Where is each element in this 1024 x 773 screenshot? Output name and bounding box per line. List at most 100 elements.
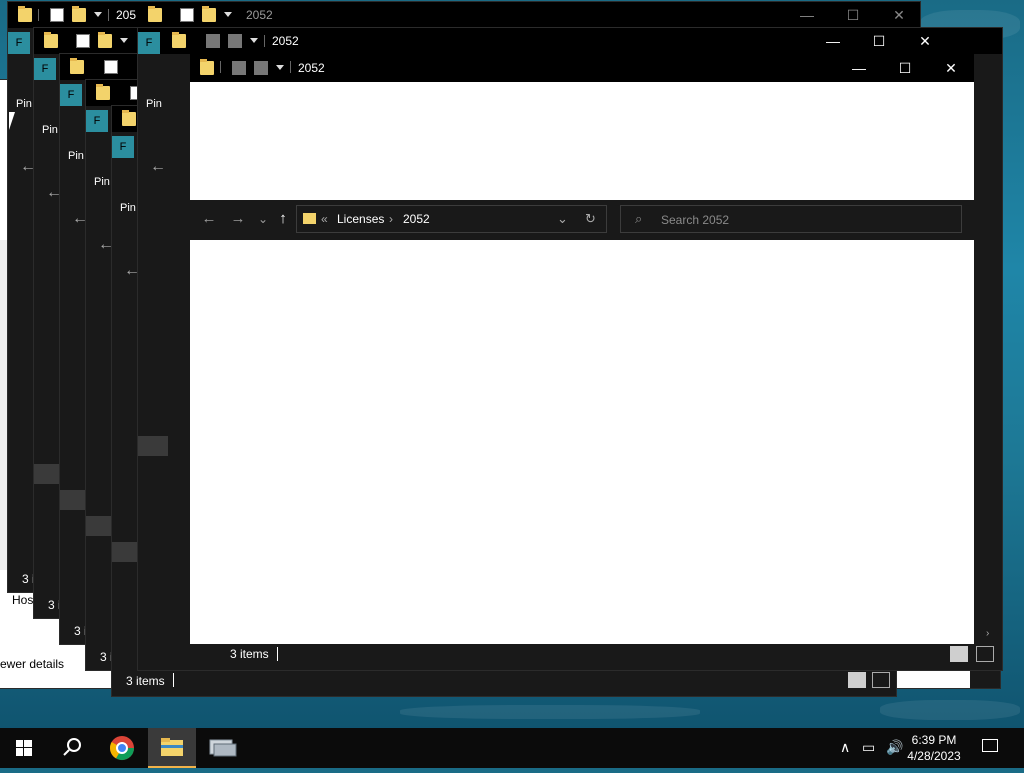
new-folder-icon[interactable] <box>254 61 268 75</box>
status-text: 3 i <box>74 624 87 638</box>
recent-locations-button[interactable]: ⌄ <box>252 212 274 226</box>
breadcrumb-overflow[interactable]: « <box>321 212 328 226</box>
clock[interactable]: 6:39 PM 4/28/2023 <box>902 732 966 764</box>
pin-label[interactable]: Pin <box>120 202 136 214</box>
start-button[interactable] <box>0 728 48 768</box>
status-text: 3 items <box>230 647 269 661</box>
status-text: 3 items <box>126 674 165 688</box>
minimize-button[interactable]: — <box>810 28 856 54</box>
maximize-button[interactable]: ☐ <box>830 2 876 28</box>
large-icons-view-icon[interactable] <box>976 646 994 662</box>
customize-quick-access-icon[interactable] <box>224 12 232 17</box>
new-folder-icon[interactable] <box>202 6 216 22</box>
folder-icon <box>172 32 186 48</box>
up-button[interactable]: ↑ <box>272 210 294 227</box>
wallpaper-streak <box>400 705 700 719</box>
close-button[interactable]: ✕ <box>876 2 920 28</box>
mouse-cursor <box>9 112 15 130</box>
folder-icon <box>18 6 32 22</box>
chrome-icon <box>109 736 134 761</box>
breadcrumb-2052[interactable]: 2052 <box>403 212 430 226</box>
chrome-button[interactable] <box>98 728 146 768</box>
network-utility-icon <box>209 739 237 757</box>
notifications-icon[interactable] <box>982 739 998 752</box>
show-hidden-icons-icon[interactable]: ∧ <box>840 739 850 756</box>
explorer-window-front: 2052 — ☐ ✕ ← → ⌄ ↑ « Licenses › 2052 ⌄ ↻… <box>190 54 974 644</box>
sidebar-text: Hos <box>12 593 34 607</box>
folder-icon <box>44 32 58 48</box>
forward-button[interactable]: → <box>227 210 249 227</box>
close-button[interactable]: ✕ <box>928 54 974 82</box>
clock-time: 6:39 PM <box>911 733 957 747</box>
scroll-right-icon[interactable]: › <box>986 628 989 639</box>
new-folder-icon[interactable] <box>98 32 112 48</box>
properties-icon[interactable] <box>50 8 64 22</box>
maximize-button[interactable]: ☐ <box>856 28 902 54</box>
customize-quick-access-icon[interactable] <box>250 38 258 43</box>
wallpaper-streak <box>880 700 1020 720</box>
file-tab[interactable]: F <box>60 84 82 106</box>
breadcrumb-separator: › <box>389 212 393 226</box>
folder-icon <box>96 84 110 100</box>
search-box[interactable]: ⌕ Search 2052 <box>620 205 962 233</box>
properties-icon[interactable] <box>76 34 90 48</box>
window-title: 2052 <box>246 8 273 22</box>
fewer-details-link[interactable]: ewer details <box>0 657 64 671</box>
minimize-button[interactable]: — <box>836 54 882 82</box>
file-tab[interactable]: F <box>8 32 30 54</box>
folder-icon <box>70 58 84 74</box>
maximize-button[interactable]: ☐ <box>882 54 928 82</box>
back-button[interactable]: ← <box>198 210 220 227</box>
new-folder-icon[interactable] <box>228 34 242 48</box>
back-icon[interactable]: ← <box>150 158 166 176</box>
navigation-bar: ← → ⌄ ↑ « Licenses › 2052 ⌄ ↻ ⌕ Search 2… <box>190 200 974 240</box>
large-icons-view-icon[interactable] <box>872 672 890 688</box>
address-dropdown-icon[interactable]: ⌄ <box>557 211 568 227</box>
file-tab[interactable]: F <box>86 110 108 132</box>
properties-icon[interactable] <box>232 61 246 75</box>
file-tab[interactable]: F <box>112 136 134 158</box>
pin-label[interactable]: Pin <box>42 124 58 136</box>
clock-date: 4/28/2023 <box>907 749 961 763</box>
refresh-icon[interactable]: ↻ <box>585 211 596 227</box>
network-icon[interactable]: ▭ <box>862 739 875 756</box>
properties-icon[interactable] <box>104 60 118 74</box>
file-tab[interactable]: F <box>138 32 160 54</box>
folder-icon <box>122 110 136 126</box>
pin-label[interactable]: Pin <box>16 98 32 110</box>
close-button[interactable]: ✕ <box>902 28 948 54</box>
search-icon: ⌕ <box>635 211 643 226</box>
status-text: 3 i <box>22 572 35 586</box>
volume-icon[interactable]: 🔊 <box>886 739 903 756</box>
pin-label[interactable]: Pin <box>94 176 110 188</box>
taskbar: ∧ ▭ 🔊 6:39 PM 4/28/2023 <box>0 728 1024 768</box>
folder-icon <box>148 6 162 22</box>
windows-logo-icon <box>16 740 32 756</box>
breadcrumb-licenses[interactable]: Licenses <box>337 212 384 226</box>
customize-quick-access-icon[interactable] <box>276 65 284 70</box>
pin-label[interactable]: Pin <box>68 150 84 162</box>
details-view-icon[interactable] <box>848 672 866 688</box>
customize-quick-access-icon[interactable] <box>94 12 102 17</box>
search-icon <box>63 738 81 756</box>
minimize-button[interactable]: — <box>784 2 830 28</box>
new-folder-icon[interactable] <box>72 6 86 22</box>
folder-icon <box>200 59 214 75</box>
status-text: 3 i <box>48 598 61 612</box>
details-view-icon[interactable] <box>950 646 968 662</box>
search-button[interactable] <box>48 728 96 768</box>
file-tab[interactable]: F <box>34 58 56 80</box>
search-placeholder: Search 2052 <box>661 213 730 227</box>
properties-icon[interactable] <box>206 34 220 48</box>
file-list-area[interactable] <box>190 240 974 644</box>
customize-quick-access-icon[interactable] <box>120 38 128 43</box>
icon-strip <box>0 240 8 570</box>
file-explorer-button[interactable] <box>148 728 196 768</box>
window-title: 2052 <box>298 61 325 75</box>
properties-icon[interactable] <box>180 8 194 22</box>
network-utility-button[interactable] <box>198 728 246 768</box>
window-title: 205 <box>116 8 137 22</box>
address-bar[interactable]: « Licenses › 2052 ⌄ ↻ <box>296 205 607 233</box>
pin-label[interactable]: Pin <box>146 98 162 110</box>
status-text: 3 i <box>100 650 113 664</box>
